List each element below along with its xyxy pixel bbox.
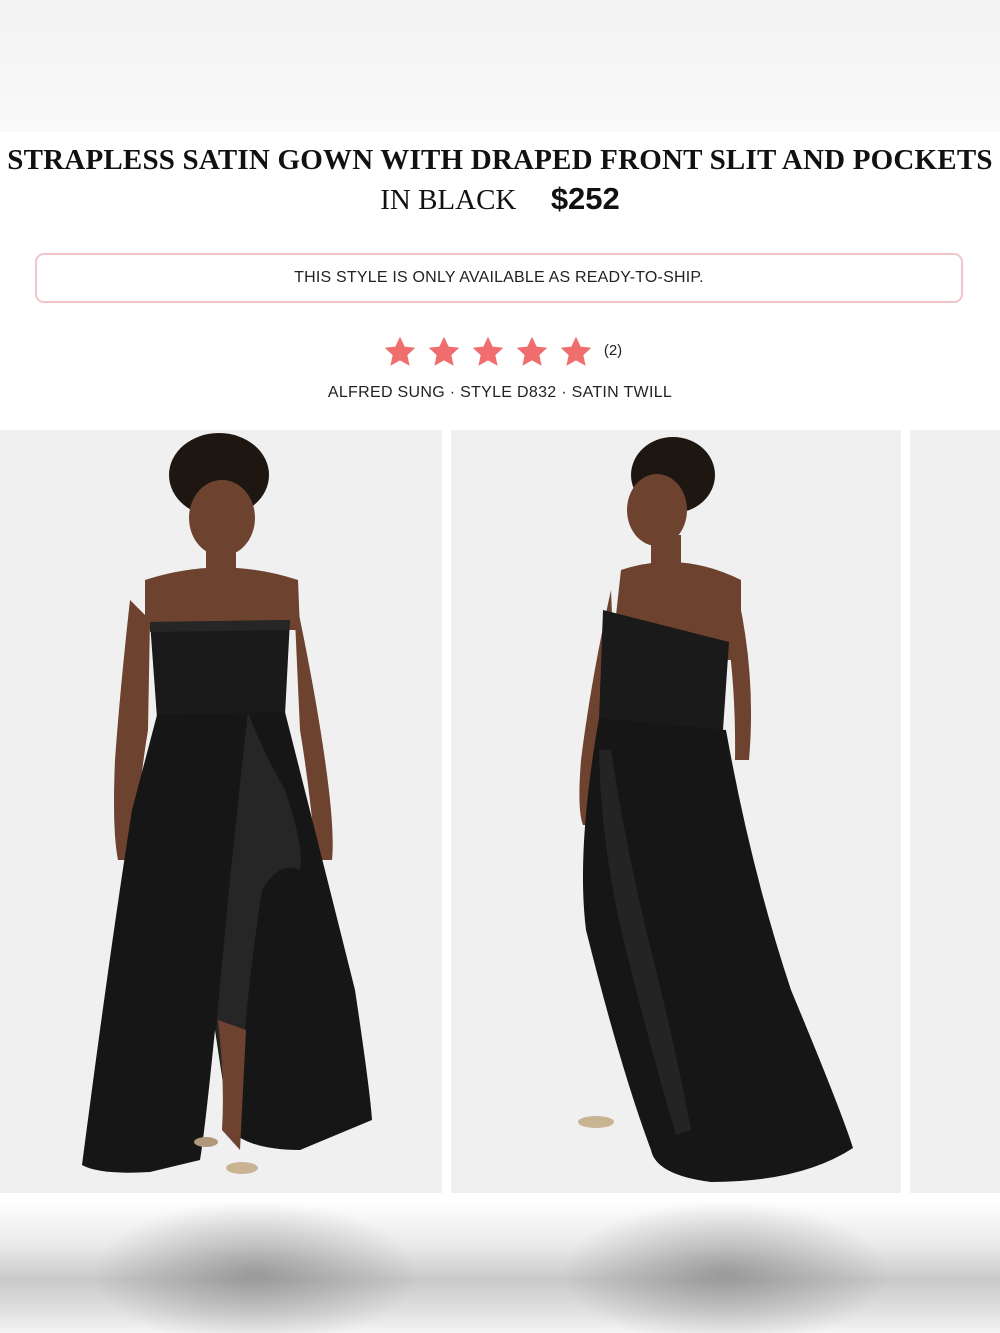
- review-count[interactable]: (2): [604, 342, 622, 359]
- rating-stars[interactable]: (2): [0, 334, 1000, 370]
- product-photo-front[interactable]: [0, 430, 442, 1193]
- product-photo-partial[interactable]: [910, 430, 1000, 1193]
- product-title-line2-row: IN BLACK $252: [0, 180, 1000, 220]
- ready-to-ship-notice: THIS STYLE IS ONLY AVAILABLE AS READY-TO…: [35, 253, 963, 303]
- star-icon: [469, 334, 507, 370]
- product-heading: STRAPLESS SATIN GOWN WITH DRAPED FRONT S…: [0, 140, 1000, 220]
- notice-text: THIS STYLE IS ONLY AVAILABLE AS READY-TO…: [294, 269, 704, 286]
- model-back-illustration: [451, 430, 901, 1193]
- star-icon: [381, 334, 419, 370]
- star-icon: [557, 334, 595, 370]
- product-photo-back[interactable]: [451, 430, 901, 1193]
- product-gallery[interactable]: [0, 430, 1000, 1193]
- top-image-strip: [0, 0, 1000, 132]
- model-front-illustration: [0, 430, 442, 1193]
- star-icon: [513, 334, 551, 370]
- product-meta: ALFRED SUNG · STYLE D832 · SATIN TWILL: [327, 384, 673, 401]
- star-icon: [425, 334, 463, 370]
- product-title: STRAPLESS SATIN GOWN WITH DRAPED FRONT S…: [7, 144, 993, 176]
- bottom-image-strip: [0, 1200, 1000, 1333]
- product-title-line2: IN BLACK: [380, 184, 517, 216]
- product-price: $252: [550, 181, 620, 216]
